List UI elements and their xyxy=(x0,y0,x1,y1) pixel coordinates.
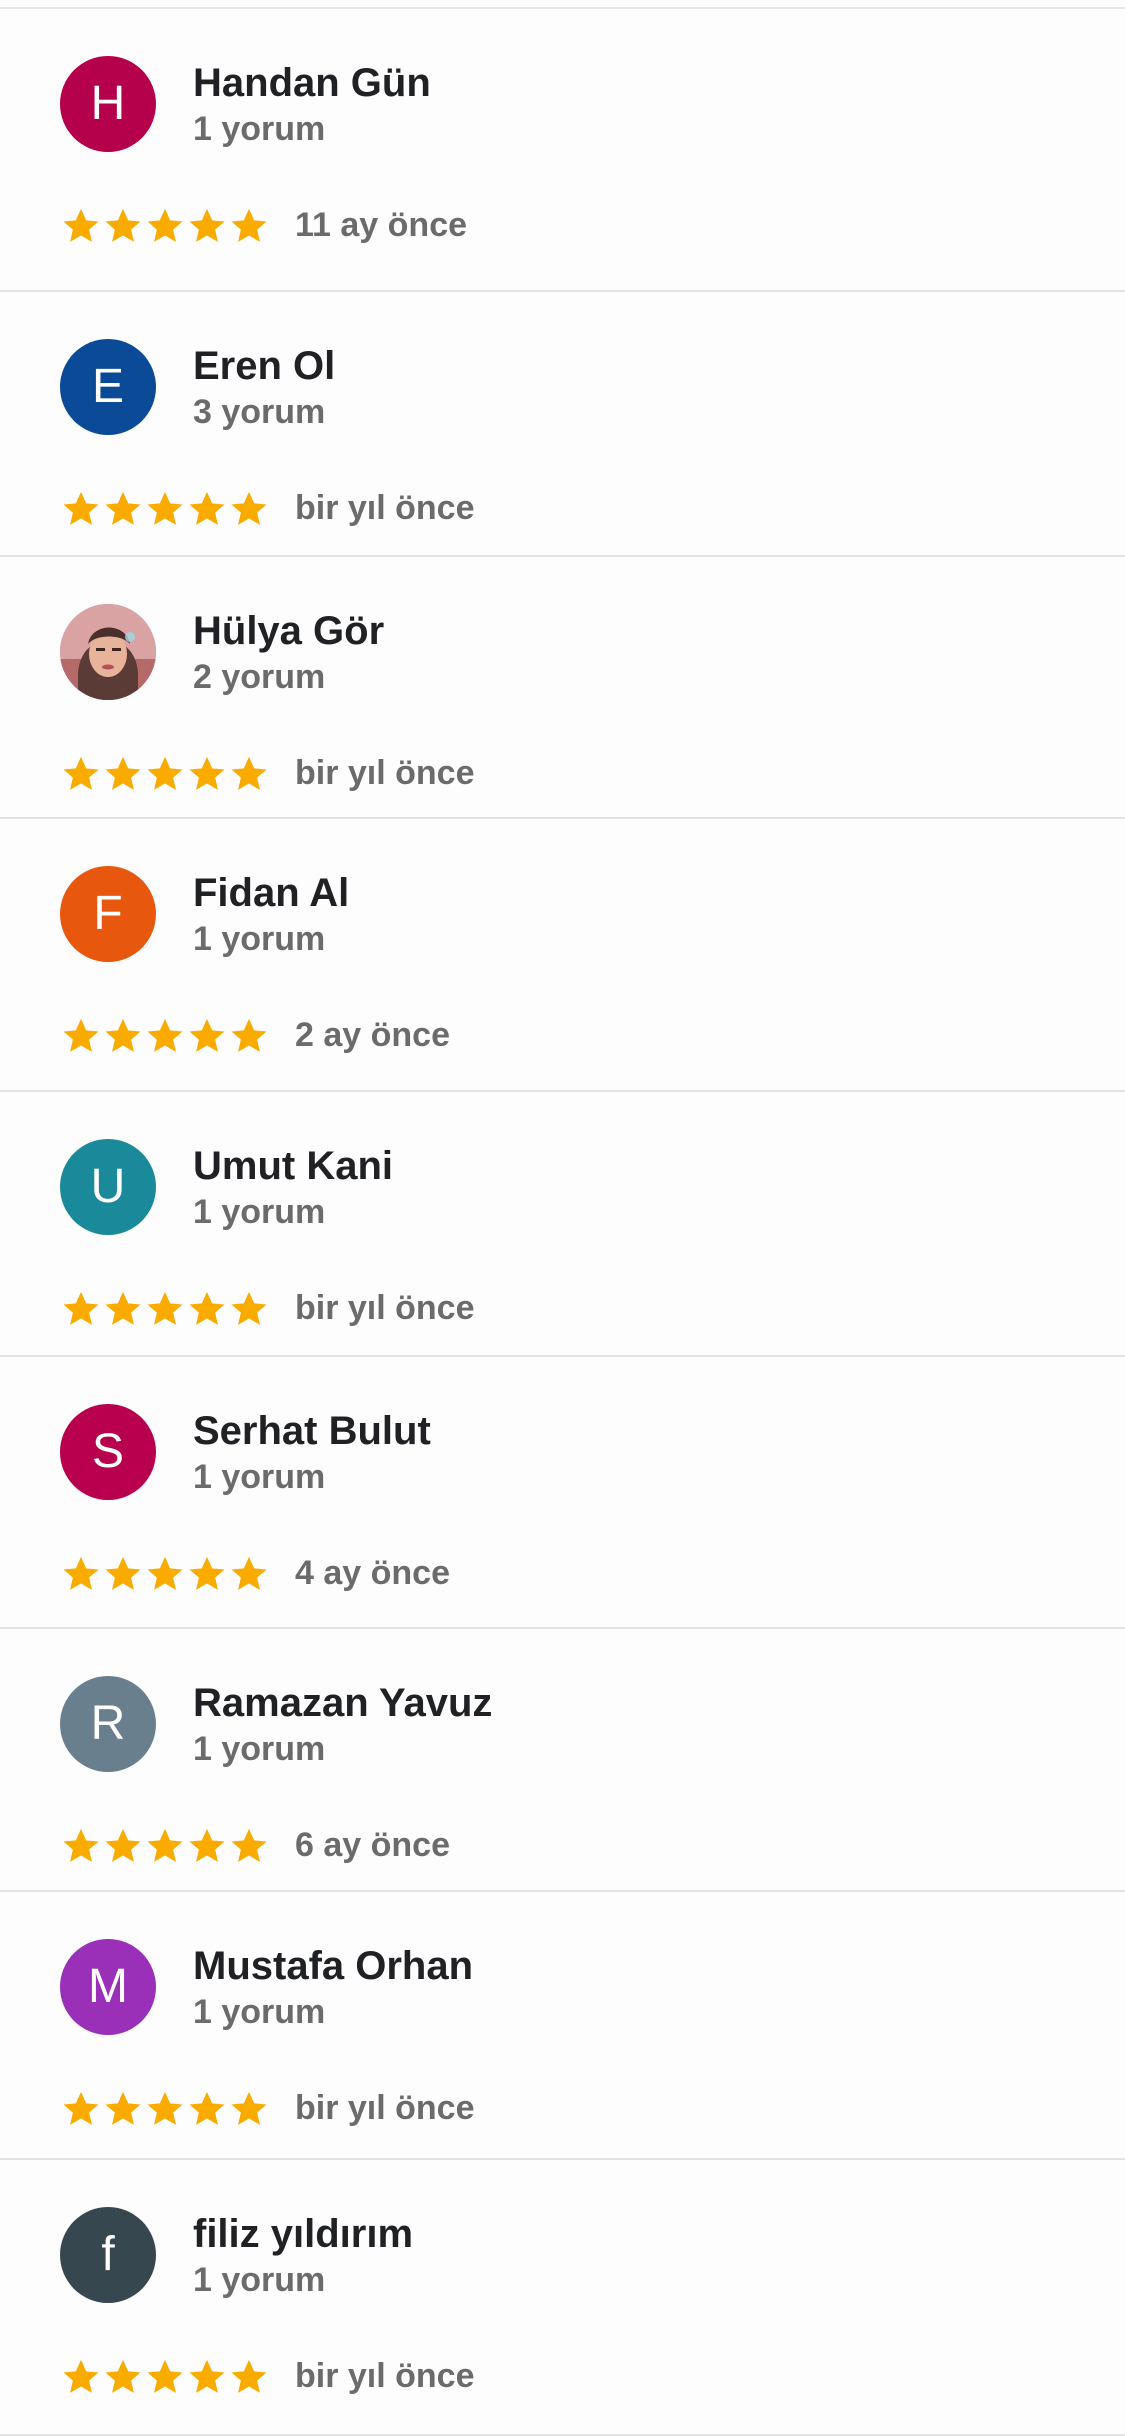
star-rating xyxy=(60,752,270,796)
review-count: 1 yorum xyxy=(193,110,326,148)
star-icon xyxy=(63,2359,99,2393)
star-icon xyxy=(231,2091,267,2125)
reviewer-name[interactable]: Fidan Al xyxy=(193,871,349,916)
star-icon xyxy=(105,1556,141,1590)
review-count: 1 yorum xyxy=(193,1993,326,2031)
star-icon xyxy=(189,1291,225,1325)
review-count: 3 yorum xyxy=(193,393,326,431)
review-time: bir yıl önce xyxy=(295,1289,475,1327)
star-icon xyxy=(105,1291,141,1325)
review-count: 1 yorum xyxy=(193,920,326,958)
star-icon xyxy=(147,756,183,790)
review-count: 1 yorum xyxy=(193,1458,326,1496)
star-rating xyxy=(60,2355,270,2399)
star-icon xyxy=(189,756,225,790)
star-icon xyxy=(63,491,99,525)
star-icon xyxy=(105,2359,141,2393)
star-icon xyxy=(189,2359,225,2393)
star-icon xyxy=(105,208,141,242)
reviewer-name[interactable]: Mustafa Orhan xyxy=(193,1944,473,1989)
star-icon xyxy=(189,1556,225,1590)
avatar[interactable]: U xyxy=(60,1139,156,1235)
reviewer-name[interactable]: Serhat Bulut xyxy=(193,1409,431,1454)
star-icon xyxy=(105,1828,141,1862)
avatar[interactable]: F xyxy=(60,866,156,962)
review-item[interactable]: U Umut Kani 1 yorum bir yıl önce xyxy=(0,1092,1125,1357)
star-icon xyxy=(231,491,267,525)
star-icon xyxy=(231,1828,267,1862)
star-icon xyxy=(147,1018,183,1052)
star-icon xyxy=(105,491,141,525)
review-count: 2 yorum xyxy=(193,658,326,696)
review-item[interactable]: R Ramazan Yavuz 1 yorum 6 ay önce xyxy=(0,1629,1125,1892)
review-time: 4 ay önce xyxy=(295,1554,450,1592)
avatar[interactable]: R xyxy=(60,1676,156,1772)
star-icon xyxy=(105,2091,141,2125)
reviewer-name[interactable]: Eren Ol xyxy=(193,344,335,389)
star-icon xyxy=(147,2091,183,2125)
review-item[interactable]: f filiz yıldırım 1 yorum bir yıl önce xyxy=(0,2160,1125,2436)
avatar[interactable]: E xyxy=(60,339,156,435)
star-icon xyxy=(105,1018,141,1052)
review-time: bir yıl önce xyxy=(295,489,475,527)
review-time: bir yıl önce xyxy=(295,754,475,792)
star-icon xyxy=(147,491,183,525)
star-icon xyxy=(189,491,225,525)
star-icon xyxy=(189,1018,225,1052)
review-item[interactable]: S Serhat Bulut 1 yorum 4 ay önce xyxy=(0,1357,1125,1629)
star-icon xyxy=(189,2091,225,2125)
reviewer-name[interactable]: Handan Gün xyxy=(193,61,431,106)
avatar[interactable]: S xyxy=(60,1404,156,1500)
star-icon xyxy=(231,1291,267,1325)
star-icon xyxy=(105,756,141,790)
star-icon xyxy=(63,208,99,242)
review-item[interactable]: Hülya Gör 2 yorum bir yıl önce xyxy=(0,557,1125,819)
star-icon xyxy=(189,1828,225,1862)
star-rating xyxy=(60,204,270,248)
star-rating xyxy=(60,1014,270,1058)
reviewer-name[interactable]: Ramazan Yavuz xyxy=(193,1681,492,1726)
star-icon xyxy=(231,1018,267,1052)
avatar[interactable]: H xyxy=(60,56,156,152)
avatar-photo[interactable] xyxy=(60,604,156,700)
star-icon xyxy=(63,756,99,790)
avatar[interactable]: f xyxy=(60,2207,156,2303)
review-count: 1 yorum xyxy=(193,1193,326,1231)
star-rating xyxy=(60,1287,270,1331)
review-time: bir yıl önce xyxy=(295,2089,475,2127)
reviewer-name[interactable]: filiz yıldırım xyxy=(193,2212,413,2257)
star-icon xyxy=(231,1556,267,1590)
star-icon xyxy=(231,2359,267,2393)
star-icon xyxy=(147,208,183,242)
star-rating xyxy=(60,1824,270,1868)
review-time: bir yıl önce xyxy=(295,2357,475,2395)
star-icon xyxy=(147,1828,183,1862)
reviewer-name[interactable]: Umut Kani xyxy=(193,1144,393,1189)
avatar[interactable]: M xyxy=(60,1939,156,2035)
review-count: 1 yorum xyxy=(193,1730,326,1768)
review-time: 2 ay önce xyxy=(295,1016,450,1054)
star-icon xyxy=(63,2091,99,2125)
star-icon xyxy=(63,1828,99,1862)
star-icon xyxy=(63,1291,99,1325)
star-rating xyxy=(60,2087,270,2131)
review-item[interactable]: F Fidan Al 1 yorum 2 ay önce xyxy=(0,819,1125,1092)
star-icon xyxy=(63,1556,99,1590)
review-item[interactable]: H Handan Gün 1 yorum 11 ay önce xyxy=(0,9,1125,292)
star-icon xyxy=(63,1018,99,1052)
review-time: 6 ay önce xyxy=(295,1826,450,1864)
reviewer-name[interactable]: Hülya Gör xyxy=(193,609,384,654)
review-item[interactable]: E Eren Ol 3 yorum bir yıl önce xyxy=(0,292,1125,557)
star-icon xyxy=(189,208,225,242)
star-icon xyxy=(231,208,267,242)
star-icon xyxy=(147,1556,183,1590)
star-rating xyxy=(60,1552,270,1596)
star-icon xyxy=(231,756,267,790)
review-item[interactable]: M Mustafa Orhan 1 yorum bir yıl önce xyxy=(0,1892,1125,2160)
review-time: 11 ay önce xyxy=(295,206,468,244)
star-icon xyxy=(147,1291,183,1325)
star-rating xyxy=(60,487,270,531)
review-count: 1 yorum xyxy=(193,2261,326,2299)
star-icon xyxy=(147,2359,183,2393)
